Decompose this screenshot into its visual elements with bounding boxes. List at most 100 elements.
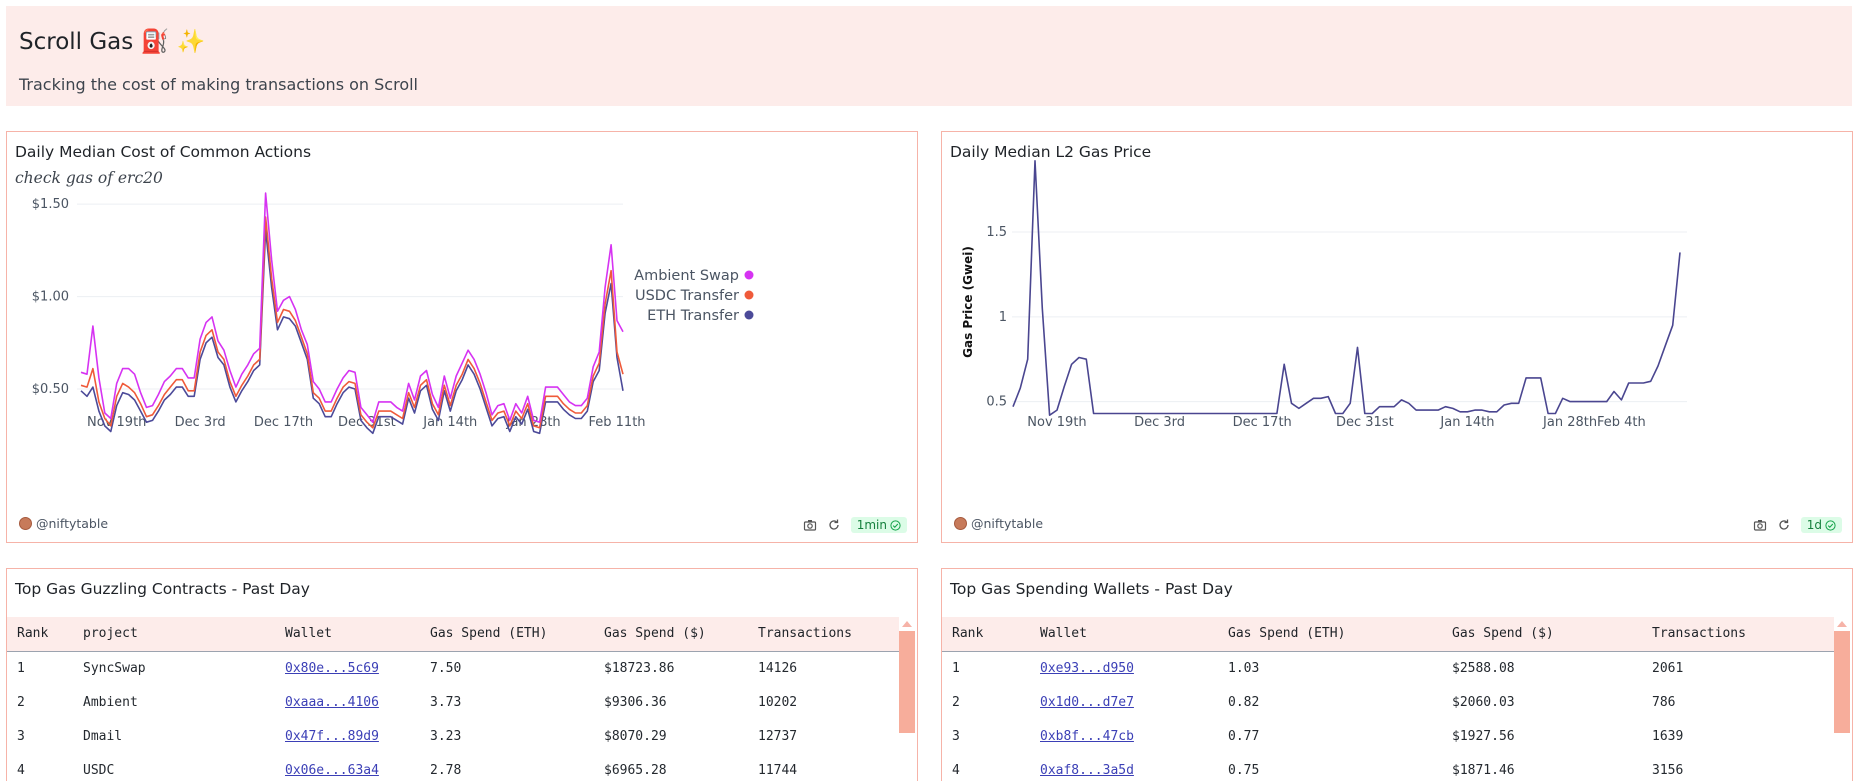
table-row: 1 SyncSwap 0x80e...5c69 7.50 $18723.86 1… [7,651,899,685]
x-tick-label: Jan 14th [1439,415,1494,430]
x-tick-label: Jan 14th [422,415,477,430]
legend-marker [744,290,754,300]
contracts-scrollbar[interactable] [899,617,915,781]
wallets-table-title: Top Gas Spending Wallets - Past Day [950,580,1233,598]
scroll-up-arrow-icon[interactable] [902,621,912,627]
refresh-icon[interactable] [1777,518,1791,532]
l2-chart-tools: 1d [1753,517,1842,533]
x-tick-label: Feb 4th [1597,415,1646,430]
x-tick-label: Feb 11th [589,415,646,430]
transactions-cell: 3156 [1652,762,1684,778]
wallet-link[interactable]: 0x1d0...d7e7 [1040,695,1134,710]
scroll-thumb[interactable] [899,631,915,733]
wallet-link[interactable]: 0xaf8...3a5d [1040,763,1134,778]
l2-chart-credit[interactable]: @niftytable [954,516,1043,531]
gas-eth-cell: 0.82 [1228,694,1260,710]
wallet-link[interactable]: 0x47f...89d9 [285,729,379,744]
column-header[interactable]: Transactions [748,617,899,652]
table-header-row: Rank project Wallet Gas Spend (ETH) Gas … [7,617,899,652]
rank-cell: 1 [17,660,25,676]
wallet-link[interactable]: 0xb8f...47cb [1040,729,1134,744]
wallets-scrollbar[interactable] [1834,617,1850,781]
column-header[interactable]: project [73,617,275,652]
scroll-up-arrow-icon[interactable] [1837,621,1847,627]
gas-usd-cell: $18723.86 [604,660,675,676]
gas-usd-cell: $8070.29 [604,728,667,744]
camera-icon[interactable] [803,518,817,532]
page-title: Scroll Gas ⛽ ✨ [19,29,206,55]
column-header[interactable]: Gas Spend (ETH) [1218,617,1442,652]
table-row: 4 USDC 0x06e...63a4 2.78 $6965.28 11744 [7,753,899,781]
dashboard-header: Scroll Gas ⛽ ✨ Tracking the cost of maki… [6,6,1852,106]
transactions-cell: 10202 [758,694,798,710]
x-tick-label: Dec 3rd [175,415,226,430]
camera-icon[interactable] [1753,518,1767,532]
table-row: 4 0xaf8...3a5d 0.75 $1871.46 3156 [942,753,1834,781]
x-tick-label: Dec 17th [1233,415,1292,430]
column-header[interactable]: Rank [7,617,73,652]
wallet-link[interactable]: 0xe93...d950 [1040,661,1134,676]
rank-cell: 4 [17,762,25,778]
transactions-cell: 11744 [758,762,798,778]
column-header[interactable]: Gas Spend ($) [594,617,748,652]
gas-usd-cell: $2060.03 [1452,694,1515,710]
project-cell: USDC [83,762,115,778]
rank-cell: 2 [17,694,25,710]
transactions-cell: 2061 [1652,660,1684,676]
table-row: 1 0xe93...d950 1.03 $2588.08 2061 [942,651,1834,685]
gas-usd-cell: $2588.08 [1452,660,1515,676]
wallet-cell: 0x47f...89d9 [275,719,420,753]
y-tick-label: $1.50 [32,197,69,212]
x-tick-label: Nov 19th [1027,415,1086,430]
contracts-table: Rank project Wallet Gas Spend (ETH) Gas … [7,617,899,781]
wallet-cell: 0xaf8...3a5d [1030,753,1218,781]
check-circle-icon [890,519,901,531]
y-tick-label: 1.5 [986,225,1007,240]
column-header[interactable]: Wallet [275,617,420,652]
wallet-link[interactable]: 0x06e...63a4 [285,763,379,778]
header-emoji: ⛽ ✨ [140,29,206,55]
refresh-interval-badge[interactable]: 1d [1800,517,1842,533]
column-header[interactable]: Gas Spend (ETH) [420,617,594,652]
project-cell: Ambient [83,694,138,710]
wallet-link[interactable]: 0xaaa...4106 [285,695,379,710]
rank-cell: 3 [952,728,960,744]
legend-marker [744,270,754,280]
contracts-table-title: Top Gas Guzzling Contracts - Past Day [15,580,310,598]
wallet-link[interactable]: 0x80e...5c69 [285,661,379,676]
wallet-cell: 0x80e...5c69 [275,651,420,685]
transactions-cell: 786 [1652,694,1676,710]
gas-eth-cell: 0.77 [1228,728,1260,744]
gas-eth-cell: 3.73 [430,694,462,710]
refresh-icon[interactable] [827,518,841,532]
table-row: 2 Ambient 0xaaa...4106 3.73 $9306.36 102… [7,685,899,719]
gas-eth-cell: 7.50 [430,660,462,676]
rank-cell: 2 [952,694,960,710]
column-header[interactable]: Transactions [1642,617,1834,652]
gas-usd-cell: $1871.46 [1452,762,1515,778]
scroll-thumb[interactable] [1834,631,1850,733]
table-header-row: Rank Wallet Gas Spend (ETH) Gas Spend ($… [942,617,1834,652]
gas-usd-cell: $6965.28 [604,762,667,778]
cost-chart: $0.50$1.00$1.50Nov 19th Dec 3rd Dec 17th De… [32,192,754,435]
avatar [19,517,32,530]
cost-chart-panel: Daily Median Cost of Common Actions chec… [6,131,918,543]
gas-usd-cell: $9306.36 [604,694,667,710]
x-tick-label: Dec 31st [1336,415,1394,430]
x-tick-label: Dec 3rd [1134,415,1185,430]
x-tick-label: Dec 17th [254,415,313,430]
usdc-transfer-line [80,216,624,429]
x-tick-label: Nov 19th [87,415,146,430]
y-tick-label: 0.5 [986,395,1007,410]
column-header[interactable]: Wallet [1030,617,1218,652]
gas-eth-cell: 3.23 [430,728,462,744]
transactions-cell: 12737 [758,728,798,744]
refresh-interval-badge[interactable]: 1min [850,517,907,533]
rank-cell: 4 [952,762,960,778]
cost-chart-credit[interactable]: @niftytable [19,516,108,531]
column-header[interactable]: Rank [942,617,1030,652]
y-axis-label: Gas Price (Gwei) [961,246,975,358]
eth-transfer-line [80,229,624,435]
y-tick-label: $1.00 [32,290,69,305]
column-header[interactable]: Gas Spend ($) [1442,617,1642,652]
